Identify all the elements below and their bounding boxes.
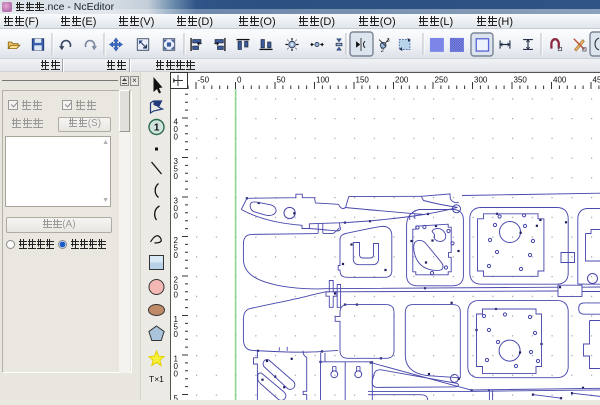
svg-text:-50: -50 (198, 76, 210, 85)
svg-text:0: 0 (174, 251, 179, 260)
svg-text:450: 450 (593, 76, 600, 85)
svg-text:200: 200 (395, 76, 409, 85)
svg-text:0: 0 (174, 172, 179, 181)
svg-text:T×1: T×1 (149, 374, 164, 384)
svg-text:400: 400 (553, 76, 567, 85)
svg-text:0: 0 (174, 133, 179, 142)
svg-text:0: 0 (174, 370, 179, 379)
svg-text:0: 0 (237, 76, 242, 85)
svg-text:300: 300 (474, 76, 488, 85)
svg-text:250: 250 (435, 76, 449, 85)
svg-text:0: 0 (174, 212, 179, 221)
svg-text:1: 1 (154, 123, 160, 134)
svg-text:100: 100 (316, 76, 330, 85)
svg-text:2: 2 (381, 48, 384, 54)
svg-text:3: 3 (386, 38, 389, 44)
svg-text:350: 350 (514, 76, 528, 85)
svg-text:5: 5 (174, 394, 179, 400)
svg-text:50: 50 (277, 76, 286, 85)
svg-text:150: 150 (356, 76, 370, 85)
svg-text:0: 0 (174, 291, 179, 300)
svg-text:0: 0 (174, 330, 179, 339)
